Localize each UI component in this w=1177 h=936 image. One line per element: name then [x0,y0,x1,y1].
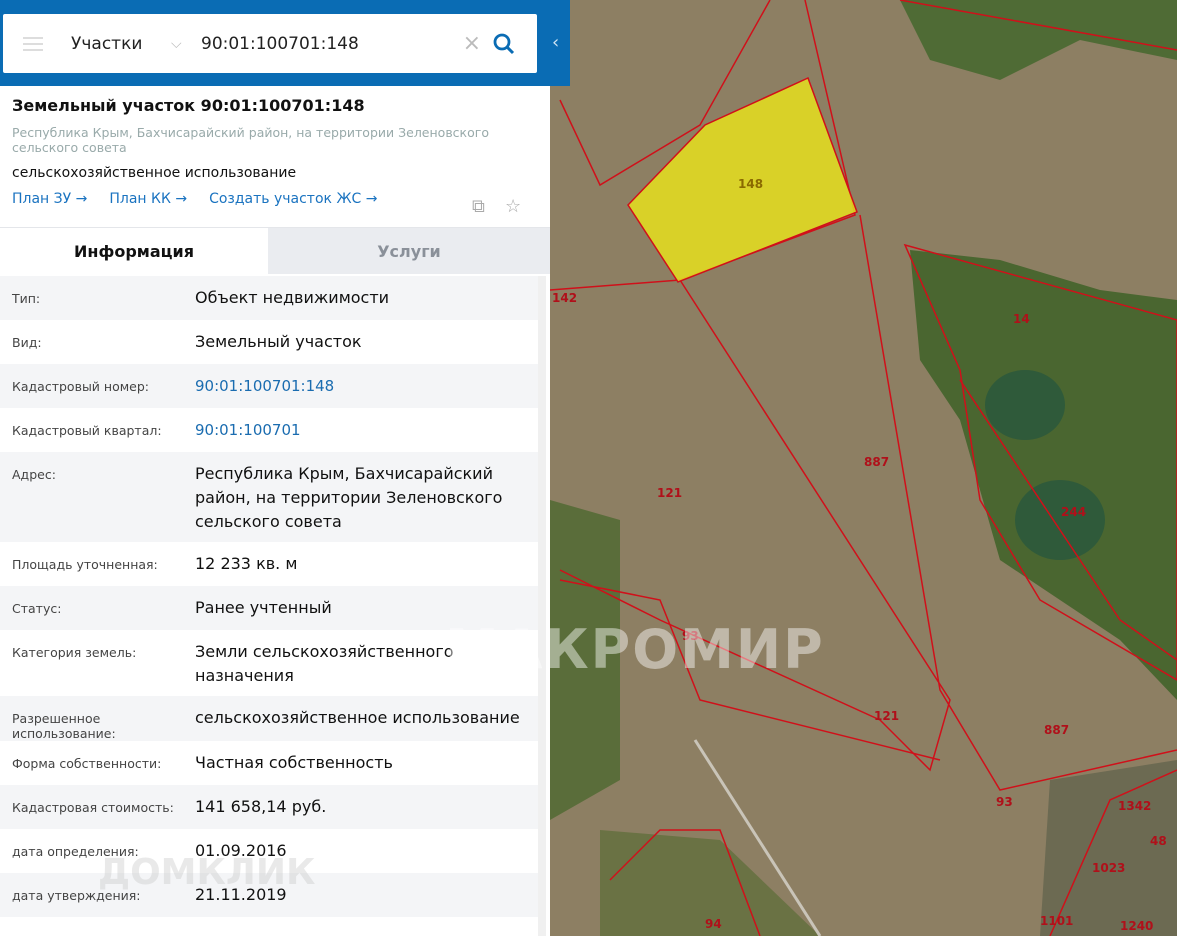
info-label: Площадь уточненная: [12,557,158,572]
info-value: Земли сельскохозяйственного назначения [195,642,454,685]
menu-icon[interactable] [23,36,43,51]
info-table: Тип: Объект недвижимости Вид: Земельный уча… [0,276,538,917]
info-value: 01.09.2016 [195,841,287,860]
info-value: 12 233 кв. м [195,554,298,573]
info-row: Форма собственности: Частная собственност… [0,741,538,785]
collapse-panel-icon[interactable]: ‹ [552,32,559,53]
info-row: Категория земель: Земли сельскохозяйствен… [0,630,538,696]
scrollbar[interactable] [538,276,546,936]
plan-kk-link[interactable]: План КК → [109,191,187,207]
parcel-label: 887 [864,455,889,469]
info-panel: Земельный участок 90:01:100701:148 Респу… [0,0,550,936]
info-value: Республика Крым, Бахчисарайский район, н… [195,464,503,531]
info-value: Объект недвижимости [195,288,390,307]
parcel-label: 14 [1013,312,1030,326]
info-row: Кадастровый квартал: 90:01:100701 [0,408,538,452]
info-row: дата утверждения: 21.11.2019 [0,873,538,917]
info-row: Статус: Ранее учтенный [0,586,538,630]
info-label: Вид: [12,335,42,350]
parcel-label: 121 [657,486,682,500]
info-value[interactable]: 90:01:100701 [195,418,526,452]
search-bar: Участки ⌵ × ‹ [0,0,570,86]
parcel-use: сельскохозяйственное использование [12,165,297,181]
search-icon[interactable] [493,33,515,55]
search-document-icon[interactable]: ⧉ [472,196,485,217]
parcel-card: Земельный участок 90:01:100701:148 Респу… [0,86,550,217]
info-value: 21.11.2019 [195,885,287,904]
info-value: Частная собственность [195,753,393,772]
chevron-down-icon[interactable]: ⌵ [171,36,201,52]
info-label: Категория земель: [12,645,137,660]
info-value: Земельный участок [195,332,362,351]
info-row: Площадь уточненная: 12 233 кв. м [0,542,538,586]
info-label: Адрес: [12,467,56,482]
parcel-label: 93 [682,629,699,643]
parcel-label: 1342 [1118,799,1151,813]
info-label: дата определения: [12,844,139,859]
parcel-label: 94 [705,917,722,931]
info-label: дата утверждения: [12,888,141,903]
info-value: Ранее учтенный [195,598,332,617]
info-value: сельскохозяйственное использование [195,708,520,727]
parcel-label: 887 [1044,723,1069,737]
info-row: дата определения: 01.09.2016 [0,829,538,873]
parcel-label: 93 [996,795,1013,809]
parcel-address: Республика Крым, Бахчисарайский район, н… [12,125,489,155]
info-row: Кадастровый номер: 90:01:100701:148 [0,364,538,408]
search-input[interactable] [201,33,463,54]
plan-zu-link[interactable]: План ЗУ → [12,191,87,207]
layer-select[interactable]: Участки [71,34,171,54]
info-label: Разрешенное использование: [12,711,116,741]
parcel-label: 142 [552,291,577,305]
star-icon[interactable]: ☆ [505,196,521,217]
parcel-label: 244 [1061,505,1086,519]
info-label: Форма собственности: [12,756,162,771]
info-label: Кадастровый номер: [12,379,149,394]
parcel-label: 1101 [1040,914,1073,928]
create-parcel-link[interactable]: Создать участок ЖС → [209,191,377,207]
parcel-label: 48 [1150,834,1167,848]
clear-icon[interactable]: × [463,31,481,56]
parcel-label: 1240 [1120,919,1153,933]
parcel-title: Земельный участок 90:01:100701:148 [12,96,365,115]
info-label: Кадастровая стоимость: [12,800,174,815]
info-row: Кадастровая стоимость: 141 658,14 руб. [0,785,538,829]
info-label: Кадастровый квартал: [12,423,162,438]
info-row: Разрешенное использование: сельскохозяйст… [0,696,538,741]
info-row: Вид: Земельный участок [0,320,538,364]
info-row: Адрес: Республика Крым, Бахчисарайский ра… [0,452,538,542]
parcel-label: 148 [738,177,763,191]
info-label: Статус: [12,601,62,616]
info-label: Тип: [12,291,41,306]
tab-information[interactable]: Информация [0,228,268,274]
parcel-label: 121 [874,709,899,723]
info-row: Тип: Объект недвижимости [0,276,538,320]
info-value: 141 658,14 руб. [195,797,327,816]
info-value[interactable]: 90:01:100701:148 [195,374,526,408]
tab-services[interactable]: Услуги [268,228,550,274]
parcel-label: 1023 [1092,861,1125,875]
